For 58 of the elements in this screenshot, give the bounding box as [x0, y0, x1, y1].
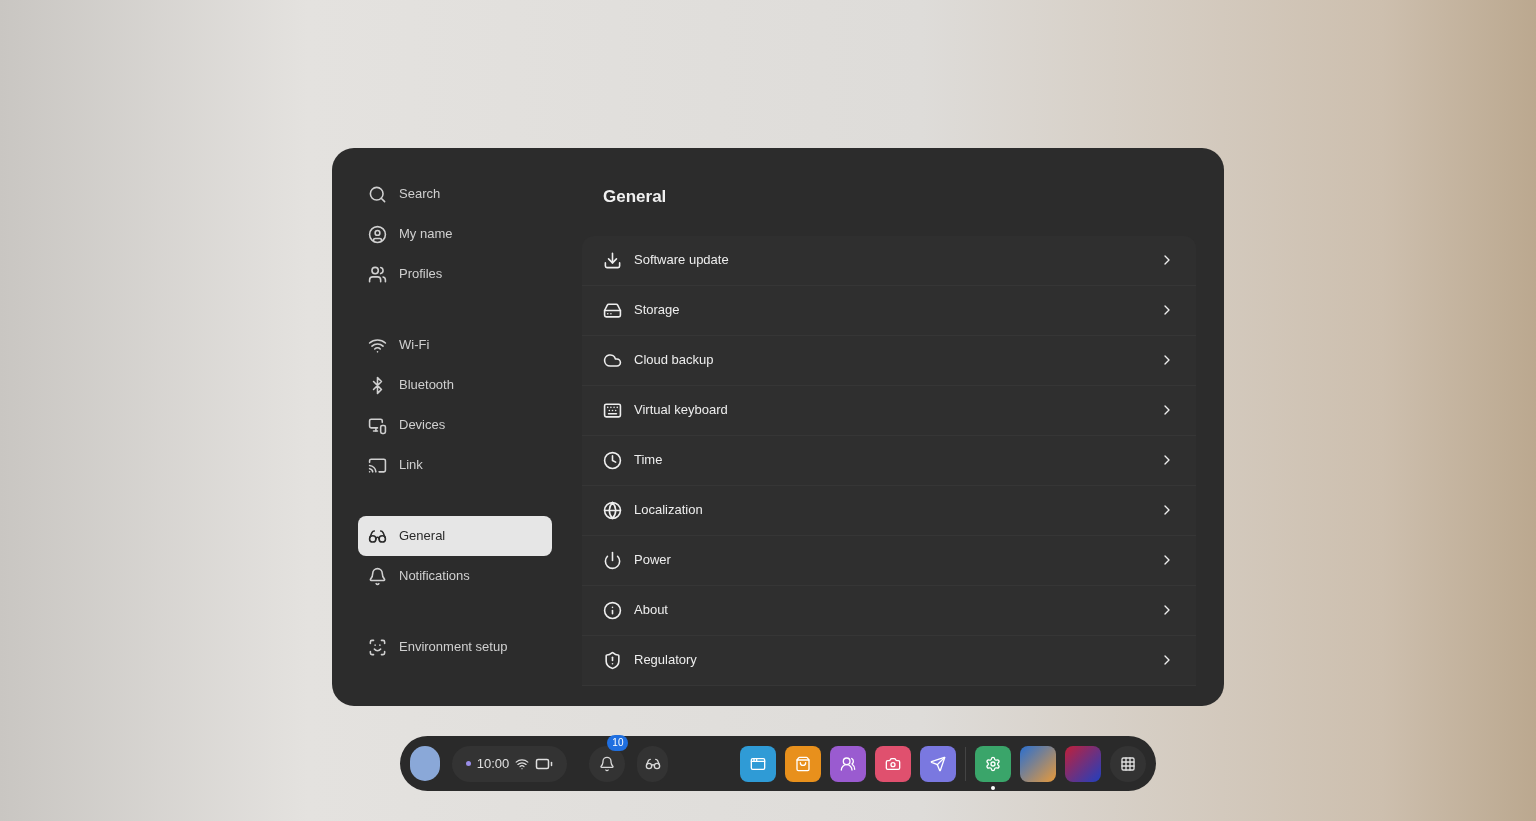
people-icon [368, 264, 387, 284]
status-pill[interactable]: 10:00 [451, 745, 568, 782]
shield-alert-icon [603, 650, 622, 670]
settings-row[interactable]: Storage [582, 285, 1196, 336]
app-library-button[interactable] [1110, 745, 1146, 782]
settings-row[interactable]: About [582, 585, 1196, 636]
settings-icon [985, 755, 1001, 772]
sidebar-item[interactable]: Environment setup [358, 627, 552, 667]
clock-icon [603, 450, 622, 470]
page-title: General [602, 186, 667, 208]
info-icon [603, 600, 622, 620]
game-tile[interactable] [1065, 745, 1101, 782]
settings-row[interactable]: Localization [582, 485, 1196, 536]
face-scan-icon [368, 637, 387, 657]
sidebar-item[interactable]: Notifications [358, 556, 552, 596]
avatar[interactable] [410, 746, 440, 781]
sidebar-item[interactable]: Bluetooth [358, 365, 552, 405]
sidebar-item[interactable]: Link [358, 445, 552, 485]
devices-icon [368, 415, 387, 435]
grid-icon [1120, 755, 1136, 772]
notifications-button[interactable] [589, 745, 626, 782]
settings-row[interactable]: Software update [582, 235, 1196, 286]
people-icon [840, 755, 856, 772]
sidebar-item[interactable]: Profiles [358, 254, 552, 294]
clock-time: 10:00 [476, 754, 510, 773]
person-icon [368, 224, 387, 244]
app-tile[interactable] [740, 745, 776, 782]
settings-row[interactable]: Regulatory [582, 635, 1196, 686]
wifi-icon [515, 756, 530, 771]
search-icon [368, 184, 387, 204]
app-tile[interactable] [785, 745, 821, 782]
headset-button[interactable] [637, 745, 668, 782]
sidebar-item[interactable]: Devices [358, 405, 552, 445]
settings-row[interactable]: Power [582, 535, 1196, 586]
bell-icon [368, 566, 387, 586]
bag-icon [795, 755, 811, 772]
hard-drive-icon [603, 300, 622, 320]
sidebar-item[interactable]: Wi-Fi [358, 325, 552, 365]
camera-icon [885, 755, 901, 772]
settings-row[interactable]: Virtual keyboard [582, 385, 1196, 436]
sidebar-item[interactable]: My name [358, 214, 552, 254]
bell-icon [599, 755, 616, 772]
download-icon [603, 250, 622, 270]
game-tile[interactable] [1020, 745, 1056, 782]
app-tile[interactable] [875, 745, 911, 782]
sidebar-item[interactable]: Search [358, 174, 552, 214]
sidebar-item[interactable]: General [358, 516, 552, 556]
send-icon [930, 755, 946, 772]
window-icon [750, 755, 766, 772]
app-tile[interactable] [975, 745, 1011, 782]
app-tile[interactable] [830, 745, 866, 782]
keyboard-icon [603, 400, 622, 420]
settings-row[interactable]: Cloud backup [582, 335, 1196, 386]
screen-cast-icon [368, 455, 387, 475]
settings-row[interactable]: Time [582, 435, 1196, 486]
power-icon [603, 550, 622, 570]
globe-icon [603, 500, 622, 520]
app-tile[interactable] [920, 745, 956, 782]
